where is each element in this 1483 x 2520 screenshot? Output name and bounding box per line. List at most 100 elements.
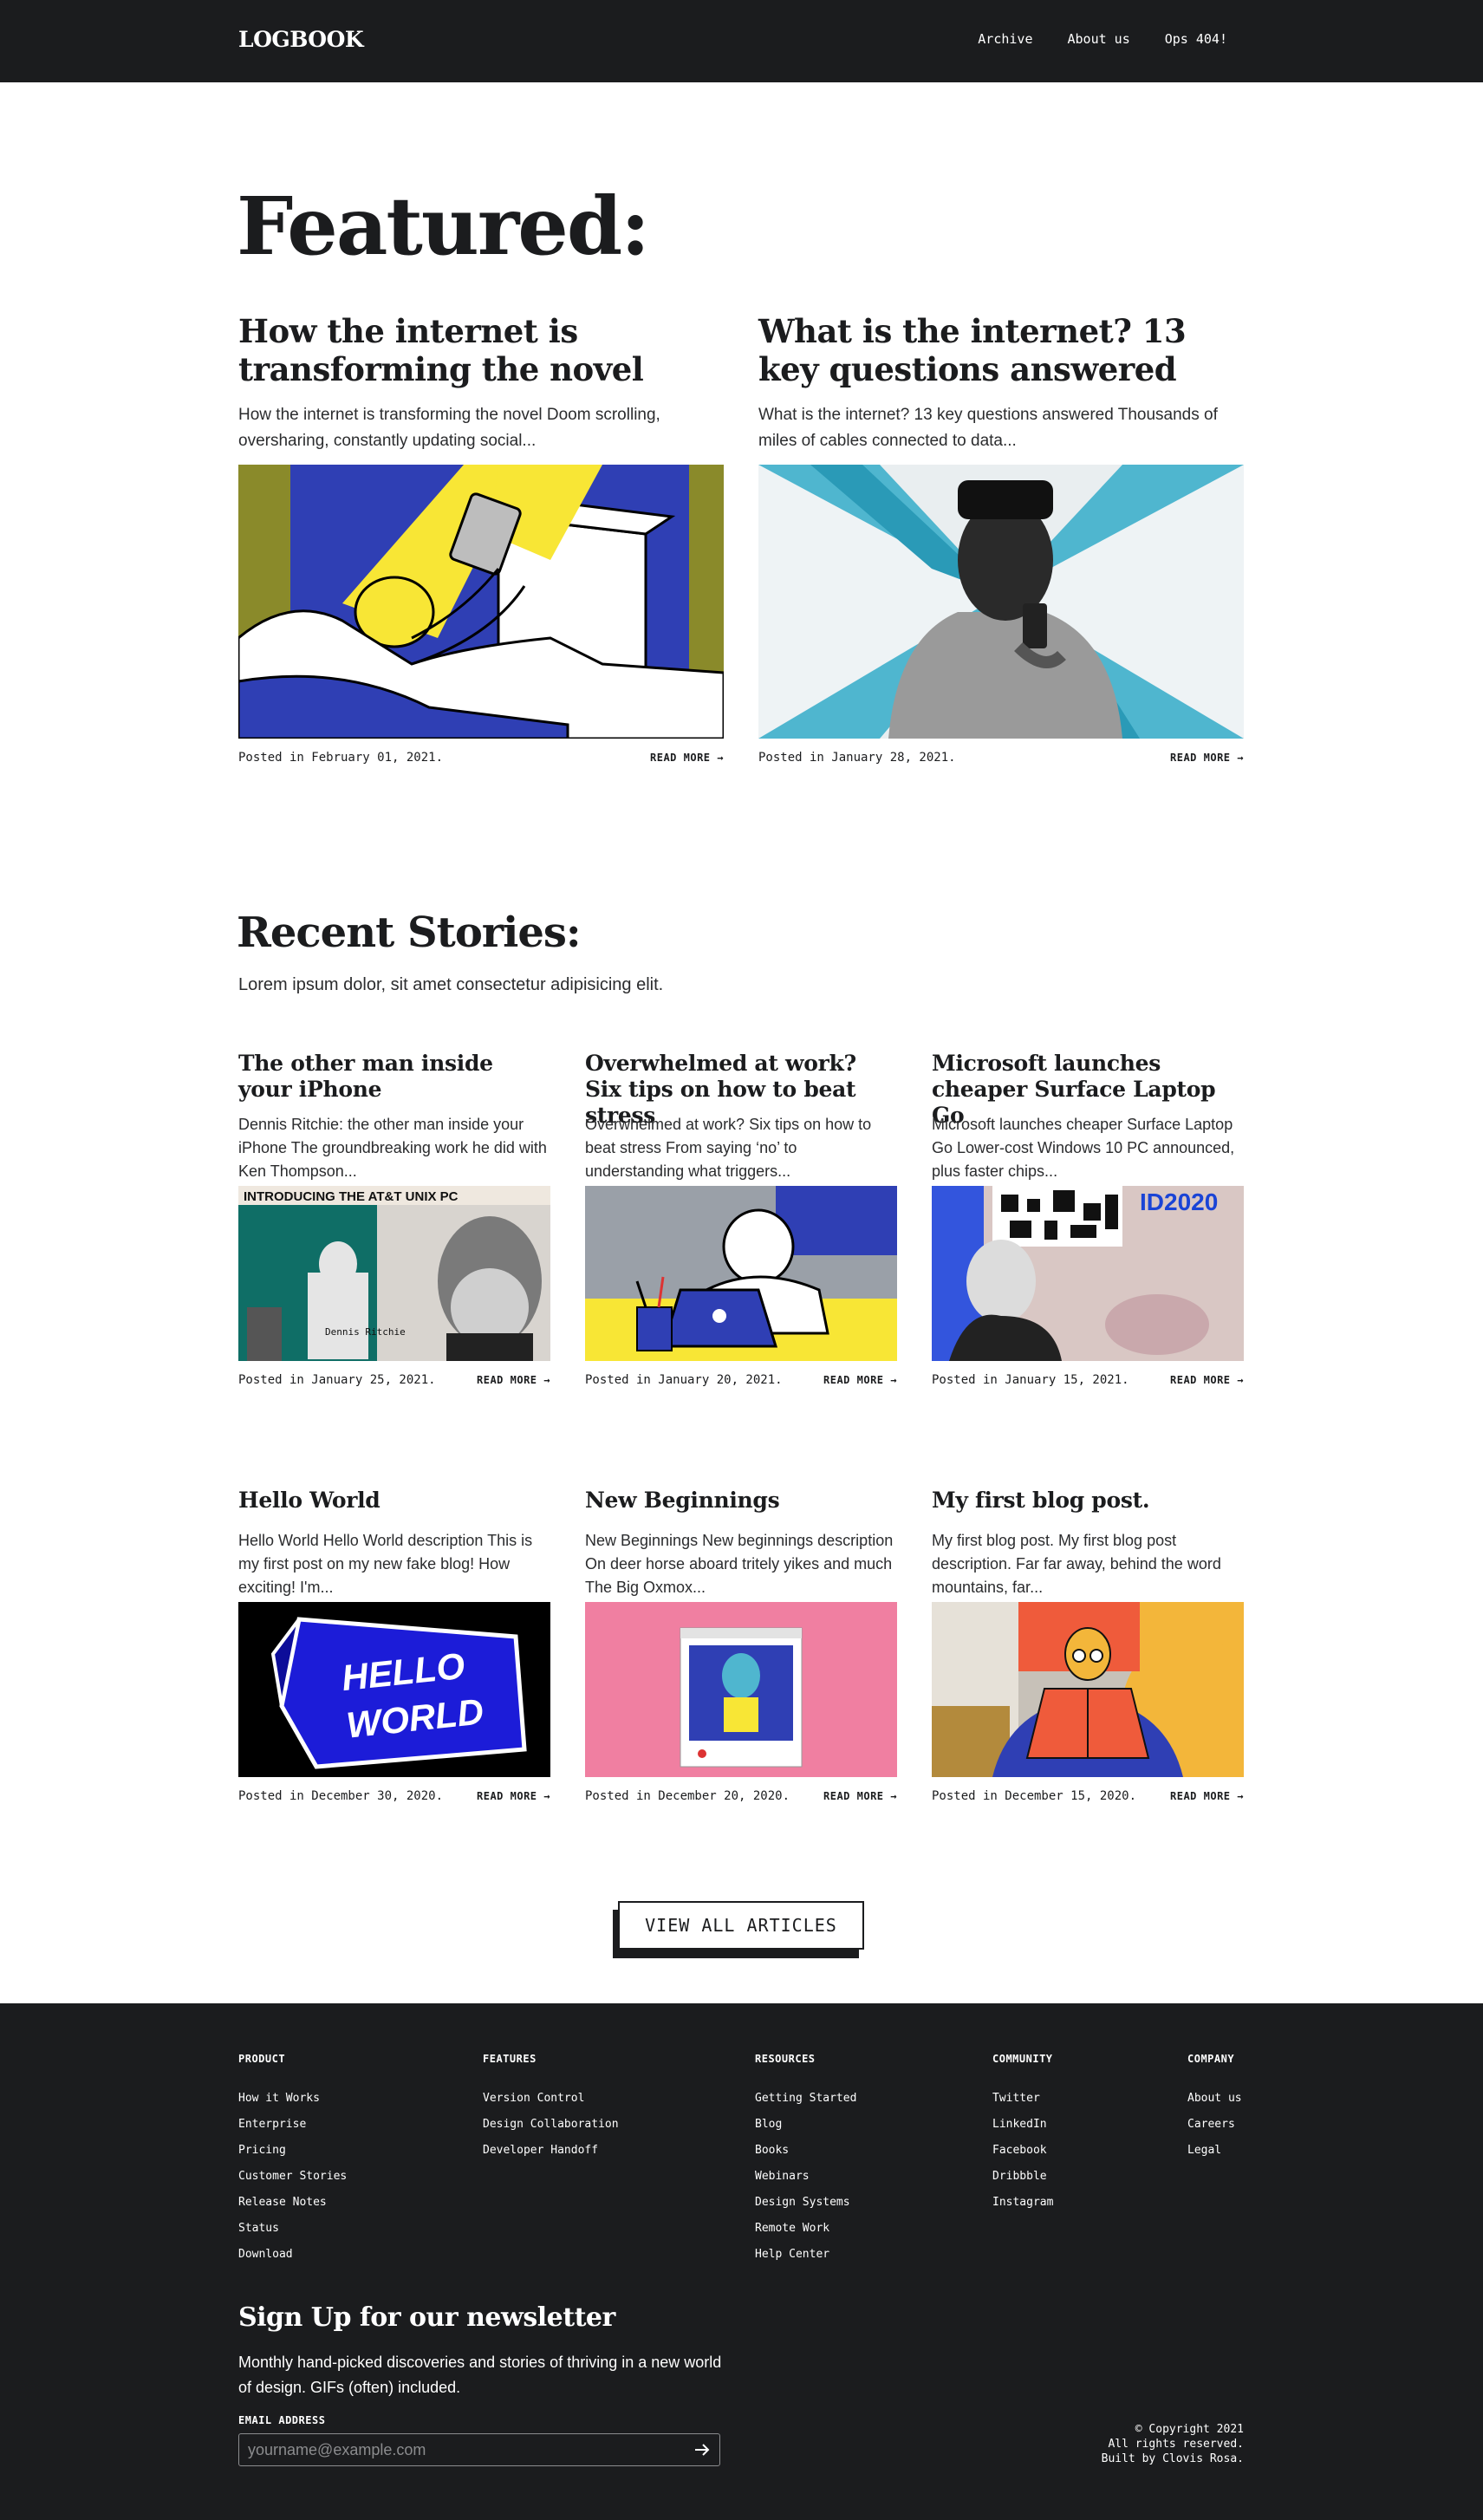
post-image-id2020[interactable]: ID2020 (932, 1186, 1244, 1361)
copyright-line: Built by Clovis Rosa. (1101, 2452, 1244, 2465)
main-nav: Archive About us Ops 404! (978, 31, 1227, 47)
arrow-right-icon: → (543, 1374, 550, 1386)
read-more-link[interactable]: READ MORE → (823, 1374, 897, 1386)
nav-about-us[interactable]: About us (1068, 31, 1130, 47)
footer-link[interactable]: Pricing (238, 2144, 347, 2157)
recent-post-card: My first blog post. My first blog post. … (932, 1488, 1244, 1803)
footer-link[interactable]: Twitter (992, 2092, 1053, 2105)
footer-link[interactable]: Instagram (992, 2196, 1053, 2209)
footer-column-product: PRODUCT How it Works Enterprise Pricing … (238, 2053, 347, 2274)
footer-link[interactable]: About us (1187, 2092, 1242, 2105)
post-date: Posted in January 25, 2021. (238, 1373, 436, 1387)
newsletter-title: Sign Up for our newsletter (238, 2302, 615, 2333)
top-navbar: LOGBOOK Archive About us Ops 404! (0, 0, 1483, 82)
site-footer: PRODUCT How it Works Enterprise Pricing … (0, 2003, 1483, 2520)
post-date: Posted in January 28, 2021. (758, 751, 956, 765)
copyright-line: © Copyright 2021 (1135, 2423, 1244, 2436)
post-title[interactable]: New Beginnings (585, 1488, 897, 1524)
footer-link[interactable]: Help Center (755, 2248, 856, 2261)
email-label: EMAIL ADDRESS (238, 2414, 326, 2426)
recent-post-card: Hello World Hello World Hello World desc… (238, 1488, 550, 1803)
email-input[interactable] (239, 2434, 685, 2465)
footer-link[interactable]: Careers (1187, 2118, 1242, 2131)
post-image-new-beginnings[interactable] (585, 1602, 897, 1777)
recent-post-card: Microsoft launches cheaper Surface Lapto… (932, 1051, 1244, 1387)
post-image-reading-in-bed[interactable] (238, 465, 724, 739)
footer-link[interactable]: Enterprise (238, 2118, 347, 2131)
footer-link[interactable]: Developer Handoff (483, 2144, 619, 2157)
post-date: Posted in January 15, 2021. (932, 1373, 1129, 1387)
newsletter-form (238, 2433, 720, 2466)
nav-archive[interactable]: Archive (978, 31, 1032, 47)
arrow-right-icon: → (543, 1790, 550, 1802)
copyright-line: All rights reserved. (1108, 2438, 1244, 2451)
footer-link[interactable]: Dribbble (992, 2170, 1053, 2183)
read-more-link[interactable]: READ MORE → (650, 752, 724, 764)
image-caption: ID2020 (1140, 1188, 1218, 1215)
arrow-right-icon (695, 2444, 710, 2456)
read-more-link[interactable]: READ MORE → (477, 1790, 550, 1802)
footer-link[interactable]: Status (238, 2222, 347, 2235)
post-title[interactable]: What is the internet? 13 key questions a… (758, 312, 1244, 395)
footer-link[interactable]: LinkedIn (992, 2118, 1053, 2131)
post-image-reading-book[interactable] (932, 1602, 1244, 1777)
view-all-articles-button[interactable]: VIEW ALL ARTICLES (618, 1901, 864, 1950)
post-title[interactable]: How the internet is transforming the nov… (238, 312, 724, 395)
post-image-stressed-worker[interactable] (585, 1186, 897, 1361)
recent-stories-subtitle: Lorem ipsum dolor, sit amet consectetur … (238, 975, 664, 994)
footer-link[interactable]: Facebook (992, 2144, 1053, 2157)
arrow-right-icon: → (890, 1374, 897, 1386)
submit-button[interactable] (685, 2434, 719, 2465)
post-excerpt: Dennis Ritchie: the other man inside you… (238, 1116, 547, 1180)
featured-heading: Featured: (237, 179, 650, 273)
footer-heading: PRODUCT (238, 2053, 286, 2065)
footer-heading: FEATURES (483, 2053, 537, 2065)
featured-post-card: What is the internet? 13 key questions a… (758, 312, 1244, 765)
post-date: Posted in December 15, 2020. (932, 1789, 1137, 1803)
post-excerpt: What is the internet? 13 key questions a… (758, 406, 1218, 450)
footer-link[interactable]: Books (755, 2144, 856, 2157)
read-more-link[interactable]: READ MORE → (1170, 1374, 1244, 1386)
footer-link[interactable]: How it Works (238, 2092, 347, 2105)
read-more-link[interactable]: READ MORE → (1170, 752, 1244, 764)
footer-link[interactable]: Release Notes (238, 2196, 347, 2209)
footer-link[interactable]: Download (238, 2248, 347, 2261)
copyright: © Copyright 2021 All rights reserved. Bu… (1102, 2422, 1244, 2466)
footer-column-features: FEATURES Version Control Design Collabor… (483, 2053, 619, 2170)
footer-link[interactable]: Version Control (483, 2092, 619, 2105)
image-caption: Dennis Ritchie (325, 1326, 406, 1338)
footer-link[interactable]: Getting Started (755, 2092, 856, 2105)
post-date: Posted in January 20, 2021. (585, 1373, 783, 1387)
post-excerpt: Overwhelmed at work? Six tips on how to … (585, 1116, 872, 1180)
post-image-man-with-phone[interactable] (758, 465, 1244, 739)
post-title[interactable]: Hello World (238, 1488, 550, 1524)
footer-link[interactable]: Legal (1187, 2144, 1242, 2157)
footer-column-resources: RESOURCES Getting Started Blog Books Web… (755, 2053, 856, 2274)
footer-link[interactable]: Blog (755, 2118, 856, 2131)
footer-link[interactable]: Customer Stories (238, 2170, 347, 2183)
post-title[interactable]: My first blog post. (932, 1488, 1244, 1524)
post-image-unix-pc[interactable]: INTRODUCING THE AT&T UNIX PC Dennis Ritc… (238, 1186, 550, 1361)
read-more-link[interactable]: READ MORE → (1170, 1790, 1244, 1802)
post-title[interactable]: The other man inside your iPhone (238, 1051, 550, 1108)
view-all-articles: VIEW ALL ARTICLES (613, 1901, 864, 1960)
read-more-link[interactable]: READ MORE → (477, 1374, 550, 1386)
recent-post-card: Overwhelmed at work? Six tips on how to … (585, 1051, 897, 1387)
read-more-link[interactable]: READ MORE → (823, 1790, 897, 1802)
post-image-hello-world[interactable]: HELLO WORLD (238, 1602, 550, 1777)
footer-link[interactable]: Remote Work (755, 2222, 856, 2235)
post-excerpt: Microsoft launches cheaper Surface Lapto… (932, 1116, 1235, 1180)
footer-heading: COMMUNITY (992, 2053, 1053, 2065)
nav-ops-404[interactable]: Ops 404! (1165, 31, 1227, 47)
footer-link[interactable]: Webinars (755, 2170, 856, 2183)
footer-link[interactable]: Design Collaboration (483, 2118, 619, 2131)
post-title[interactable]: Overwhelmed at work? Six tips on how to … (585, 1051, 897, 1128)
featured-post-card: How the internet is transforming the nov… (238, 312, 724, 765)
arrow-right-icon: → (890, 1790, 897, 1802)
post-title[interactable]: Microsoft launches cheaper Surface Lapto… (932, 1051, 1244, 1128)
arrow-right-icon: → (1237, 1374, 1244, 1386)
site-logo[interactable]: LOGBOOK (238, 27, 364, 52)
recent-post-card: New Beginnings New Beginnings New beginn… (585, 1488, 897, 1803)
post-date: Posted in December 20, 2020. (585, 1789, 790, 1803)
footer-link[interactable]: Design Systems (755, 2196, 856, 2209)
